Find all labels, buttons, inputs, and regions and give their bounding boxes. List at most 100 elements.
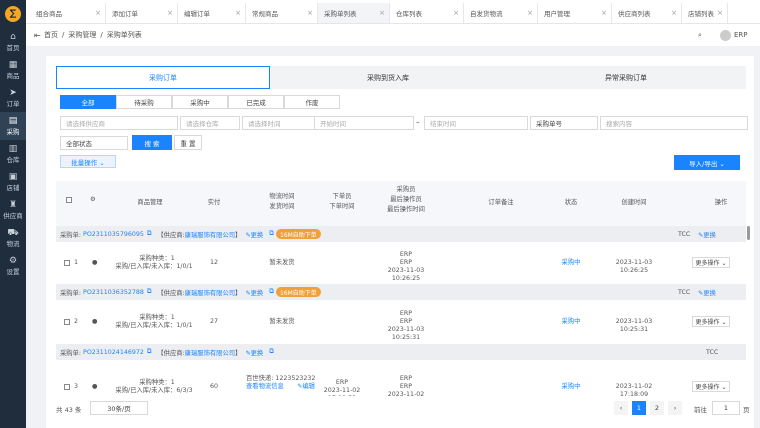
search-input[interactable]: 搜索内容 [600,116,748,130]
sidebar-item-6[interactable]: ♜ 供应商 [0,196,26,224]
close-icon[interactable]: × [527,9,533,17]
close-icon[interactable]: × [453,9,459,17]
time-select[interactable]: 请选择时间 [242,116,322,130]
range-sep: – [416,118,420,126]
tab-6[interactable]: 自发货物流 × [464,3,538,23]
supplier-select[interactable]: 请选择供应商 [60,116,178,130]
batch-button[interactable]: 批量操作 ⌄ [60,155,116,168]
sidebar-item-0[interactable]: ⌂ 首页 [0,28,26,56]
tab-9[interactable]: 店铺列表 × [682,3,728,23]
next-page-button[interactable]: › [668,401,682,415]
import-export-button[interactable]: 导入/导出 ⌄ [674,155,740,170]
close-icon[interactable]: × [379,9,385,17]
po-field-select[interactable]: 采购单号 [530,116,598,130]
supplier-link[interactable]: 康瑞服饰有限公司 [185,288,235,297]
logistics-link[interactable]: 查看物流信息 [246,383,292,391]
status-tab-2[interactable]: 采购中 [172,95,228,109]
tab-0[interactable]: 组合商品 × [30,3,106,23]
more-actions-button[interactable]: 更多操作 ⌄ [692,257,730,268]
row-checkbox[interactable] [64,319,70,325]
supplier-link[interactable]: 康瑞服饰有限公司 [185,230,235,239]
sidebar-item-8[interactable]: ⚙ 设置 [0,252,26,280]
status-tab-4[interactable]: 作废 [284,95,340,109]
tab-label: 组合商品 [36,10,62,18]
status-tab-3[interactable]: 已完成 [228,95,284,109]
change-link[interactable]: ✎更换 [698,230,716,239]
copy-icon[interactable]: ⧉ [147,288,152,296]
tab-3[interactable]: 常规商品 × [246,3,318,23]
tab-abnormal[interactable]: 异常采购订单 [506,66,746,89]
breadcrumb-current: 采购单列表 [106,31,142,39]
change-supplier-link[interactable]: ✎更换 [245,348,263,357]
tab-1[interactable]: 添加订单 × [106,3,178,23]
close-icon[interactable]: × [601,9,607,17]
copy-icon[interactable]: ⧉ [147,230,152,238]
close-icon[interactable]: × [235,9,241,17]
copy-icon[interactable]: ⧉ [269,288,274,296]
avatar[interactable] [720,29,731,41]
page-1[interactable]: 1 [632,401,646,415]
row-checkbox[interactable] [64,384,70,390]
close-icon[interactable]: × [717,9,723,17]
state-select[interactable]: 全部状态 [60,136,128,150]
table-header: ⚙ 商品管理 实付 物流时间 发货时间 下单员 下单时间 采购员 最后操作员 最… [56,181,746,226]
sidebar-item-label: 物流 [6,240,20,248]
sidebar-item-5[interactable]: ▣ 店铺 [0,168,26,196]
tab-5[interactable]: 仓库列表 × [390,3,464,23]
change-supplier-link[interactable]: ✎更换 [245,288,263,297]
breadcrumb-home[interactable]: 首页 [44,30,58,40]
expand-icon[interactable]: ● [92,259,98,267]
tab-arrival[interactable]: 采购到货入库 [270,66,506,89]
supplier-link[interactable]: 康瑞服饰有限公司 [185,348,235,357]
expand-icon[interactable]: ● [92,383,98,391]
logistics-icon: ⛟ [7,228,19,238]
close-icon[interactable]: × [307,9,313,17]
close-icon[interactable]: × [167,9,173,17]
close-icon[interactable]: × [671,9,677,17]
copy-icon[interactable]: ⧉ [269,348,274,356]
user-name[interactable]: ERP [734,31,748,39]
change-link[interactable]: ✎更换 [698,288,716,297]
reset-button[interactable]: 重 置 [174,135,202,150]
menu-icon[interactable]: ⇤ [34,31,41,40]
warehouse-select[interactable]: 请选择仓库 [180,116,240,130]
tab-7[interactable]: 用户管理 × [538,3,612,23]
prev-page-button[interactable]: ‹ [614,401,628,415]
close-icon[interactable]: × [95,9,101,17]
status-tab-0[interactable]: 全部 [60,95,116,109]
search-icon[interactable]: ⌕ [698,31,702,40]
start-date[interactable]: 开始时间 [314,116,414,130]
sidebar-item-3[interactable]: ▤ 采购 [0,112,26,140]
search-button[interactable]: 搜 索 [132,135,172,150]
scrollbar[interactable] [747,226,750,240]
sidebar-item-4[interactable]: ▥ 仓库 [0,140,26,168]
tab-4[interactable]: 采购单列表 × [318,3,390,23]
po-number-link[interactable]: PO231102414697​2 [83,349,144,356]
page-2[interactable]: 2 [650,401,664,415]
status-tab-1[interactable]: 待采购 [116,95,172,109]
select-all-checkbox[interactable] [66,197,72,203]
table-row: 2 ● 采购种类：1 采购/已入库/未入库：1/0/1 27 暂未发货 ERP ERP 2023… [56,300,746,344]
expand-icon[interactable]: ● [92,318,98,326]
more-actions-button[interactable]: 更多操作 ⌄ [692,316,730,327]
sidebar-item-2[interactable]: ➤ 订单 [0,84,26,112]
row-checkbox[interactable] [64,260,70,266]
page-size-select[interactable]: 30条/页 [90,401,148,415]
end-date[interactable]: 结束时间 [424,116,528,130]
more-actions-button[interactable]: 更多操作 ⌄ [692,381,730,392]
sidebar-item-label: 仓库 [6,156,20,164]
po-number-link[interactable]: PO231103635278​8 [83,289,144,296]
copy-icon[interactable]: ⧉ [269,230,274,238]
tab-2[interactable]: 编辑订单 × [178,3,246,23]
tab-purchase-order[interactable]: 采购订单 [56,66,270,89]
sidebar-item-7[interactable]: ⛟ 物流 [0,224,26,252]
tab-8[interactable]: 供应商列表 × [612,3,682,23]
gear-icon[interactable]: ⚙ [90,195,96,205]
sidebar-item-1[interactable]: ▦ 商品 [0,56,26,84]
change-supplier-link[interactable]: ✎更换 [245,230,263,239]
copy-icon[interactable]: ⧉ [147,348,152,356]
po-number-link[interactable]: PO231103579609​5 [83,231,144,238]
breadcrumb-purchase[interactable]: 采购管理 [68,30,96,40]
page-input[interactable]: 1 [712,401,740,415]
goto-label: 前往 [694,406,707,414]
